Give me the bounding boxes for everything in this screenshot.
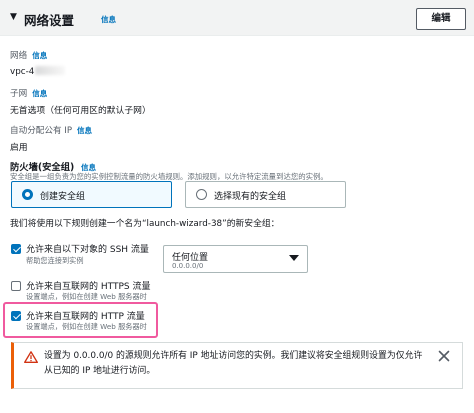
- auto-ip-label: 自动分配公有 IP 信息: [10, 124, 92, 136]
- https-rule-description: 设置端点，例如在创建 Web 服务器时: [26, 292, 147, 301]
- network-value: vpc-4: [10, 66, 66, 77]
- https-rule-title: 允许来自互联网的 HTTPS 流量: [26, 282, 151, 292]
- redacted-blur: [35, 66, 66, 75]
- network-label-text: 网络: [10, 51, 28, 61]
- section-header: ▼ 网络设置 信息 编辑: [0, 0, 474, 36]
- select-existing-security-group-label: 选择现有的安全组: [214, 192, 287, 202]
- section-title: 网络设置: [24, 13, 75, 28]
- warning-icon: [24, 351, 38, 363]
- caret-down-icon: [289, 255, 299, 261]
- warning-alert: 设置为 0.0.0.0/0 的源规则允许所有 IP 地址访问您的实例。我们建议将…: [11, 342, 463, 389]
- auto-ip-value: 启用: [10, 143, 28, 153]
- network-label: 网络 信息: [10, 49, 47, 61]
- create-security-group-tile[interactable]: 创建安全组: [11, 181, 172, 208]
- http-rule-description: 设置端点，例如在创建 Web 服务器时: [26, 322, 147, 331]
- ssh-rule-description: 帮助您连接到实例: [26, 256, 84, 265]
- header-info-link[interactable]: 信息: [101, 14, 116, 25]
- create-security-group-label: 创建安全组: [40, 192, 86, 202]
- https-checkbox[interactable]: [11, 281, 21, 291]
- network-info-link[interactable]: 信息: [32, 51, 47, 60]
- close-icon[interactable]: [438, 350, 450, 362]
- create-note: 我们将使用以下规则创建一个名为“launch-wizard-38”的新安全组：: [10, 219, 280, 229]
- edit-button[interactable]: 编辑: [416, 8, 466, 30]
- subnet-label-text: 子网: [10, 89, 28, 99]
- subnet-value: 无首选项（任何可用区的默认子网）: [10, 106, 151, 116]
- select-existing-security-group-tile[interactable]: 选择现有的安全组: [185, 181, 346, 208]
- select-existing-security-group-radio[interactable]: [196, 189, 207, 200]
- http-checkbox[interactable]: [11, 311, 21, 321]
- ssh-source-cidr: 0.0.0.0/0: [172, 262, 204, 270]
- auto-ip-info-link[interactable]: 信息: [77, 126, 92, 135]
- http-rule-title: 允许来自互联网的 HTTP 流量: [26, 312, 145, 322]
- subnet-info-link[interactable]: 信息: [32, 89, 47, 98]
- auto-ip-label-text: 自动分配公有 IP: [10, 126, 73, 136]
- caret-down-icon[interactable]: ▼: [10, 12, 17, 22]
- ssh-checkbox[interactable]: [11, 244, 21, 254]
- network-value-text: vpc-4: [10, 67, 35, 77]
- ssh-source-select[interactable]: 任何位置 0.0.0.0/0: [163, 245, 308, 273]
- warning-alert-text: 设置为 0.0.0.0/0 的源规则允许所有 IP 地址访问您的实例。我们建议将…: [44, 351, 423, 376]
- subnet-label: 子网 信息: [10, 87, 47, 99]
- ssh-rule-title: 允许来自以下对象的 SSH 流量: [26, 245, 149, 255]
- create-security-group-radio[interactable]: [22, 189, 33, 200]
